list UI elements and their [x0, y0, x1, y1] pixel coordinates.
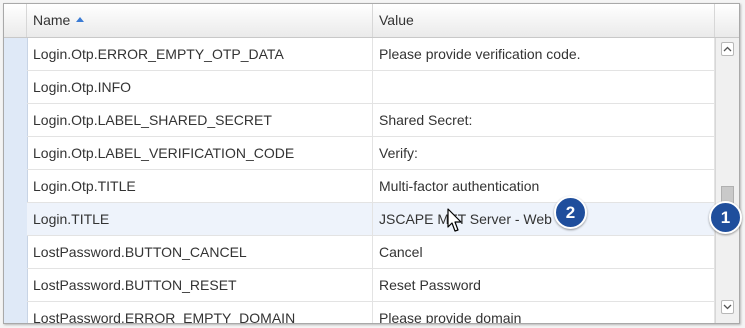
- name-cell[interactable]: Login.Otp.LABEL_VERIFICATION_CODE: [27, 137, 373, 169]
- row-selector-column: [4, 38, 28, 323]
- table-row[interactable]: Login.Otp.LABEL_VERIFICATION_CODE Verify…: [27, 137, 715, 170]
- value-cell[interactable]: Please provide verification code.: [373, 38, 715, 70]
- column-header-value-label: Value: [379, 12, 414, 28]
- name-cell[interactable]: Login.TITLE: [27, 203, 373, 235]
- properties-grid: Name Value Login.Otp.ERROR_EMPTY_OTP_DAT…: [3, 3, 740, 324]
- scroll-down-button[interactable]: [721, 300, 734, 314]
- value-cell[interactable]: Please provide domain: [373, 302, 715, 323]
- grid-body: Login.Otp.ERROR_EMPTY_OTP_DATA Please pr…: [4, 38, 715, 323]
- name-cell[interactable]: Login.Otp.TITLE: [27, 170, 373, 202]
- column-header-name-label: Name: [33, 12, 71, 28]
- callout-badge-2: 2: [554, 196, 587, 229]
- sort-ascending-icon: [76, 16, 85, 22]
- name-cell[interactable]: Login.Otp.ERROR_EMPTY_OTP_DATA: [27, 38, 373, 70]
- chevron-up-icon: [723, 46, 732, 52]
- table-row[interactable]: LostPassword.ERROR_EMPTY_DOMAIN Please p…: [27, 302, 715, 323]
- name-cell[interactable]: Login.Otp.INFO: [27, 71, 373, 103]
- name-cell[interactable]: Login.Otp.LABEL_SHARED_SECRET: [27, 104, 373, 136]
- grid-rows: Login.Otp.ERROR_EMPTY_OTP_DATA Please pr…: [27, 38, 715, 323]
- value-cell[interactable]: Shared Secret:: [373, 104, 715, 136]
- callout-badge-1: 1: [709, 201, 742, 234]
- table-row-hovered[interactable]: Login.TITLE JSCAPE MFT Server - Web: [27, 203, 715, 236]
- table-row[interactable]: LostPassword.BUTTON_RESET Reset Password: [27, 269, 715, 302]
- value-cell[interactable]: Cancel: [373, 236, 715, 268]
- name-cell[interactable]: LostPassword.BUTTON_CANCEL: [27, 236, 373, 268]
- grid-header: Name Value: [4, 4, 739, 38]
- value-cell[interactable]: Multi-factor authentication: [373, 170, 715, 202]
- row-header-gutter: [4, 4, 27, 37]
- vertical-scrollbar[interactable]: [715, 38, 739, 323]
- table-row[interactable]: LostPassword.BUTTON_CANCEL Cancel: [27, 236, 715, 269]
- mouse-pointer-icon: [447, 208, 462, 232]
- value-cell[interactable]: Verify:: [373, 137, 715, 169]
- value-cell[interactable]: [373, 71, 715, 103]
- scroll-up-button[interactable]: [721, 42, 734, 56]
- header-corner: [715, 4, 739, 37]
- name-cell[interactable]: LostPassword.BUTTON_RESET: [27, 269, 373, 301]
- table-row[interactable]: Login.Otp.ERROR_EMPTY_OTP_DATA Please pr…: [27, 38, 715, 71]
- name-cell[interactable]: LostPassword.ERROR_EMPTY_DOMAIN: [27, 302, 373, 323]
- table-row[interactable]: Login.Otp.LABEL_SHARED_SECRET Shared Sec…: [27, 104, 715, 137]
- table-row[interactable]: Login.Otp.TITLE Multi-factor authenticat…: [27, 170, 715, 203]
- value-cell[interactable]: Reset Password: [373, 269, 715, 301]
- chevron-down-icon: [723, 304, 732, 310]
- column-header-value[interactable]: Value: [373, 4, 715, 37]
- value-cell[interactable]: JSCAPE MFT Server - Web: [373, 203, 715, 235]
- column-header-name[interactable]: Name: [27, 4, 373, 37]
- table-row[interactable]: Login.Otp.INFO: [27, 71, 715, 104]
